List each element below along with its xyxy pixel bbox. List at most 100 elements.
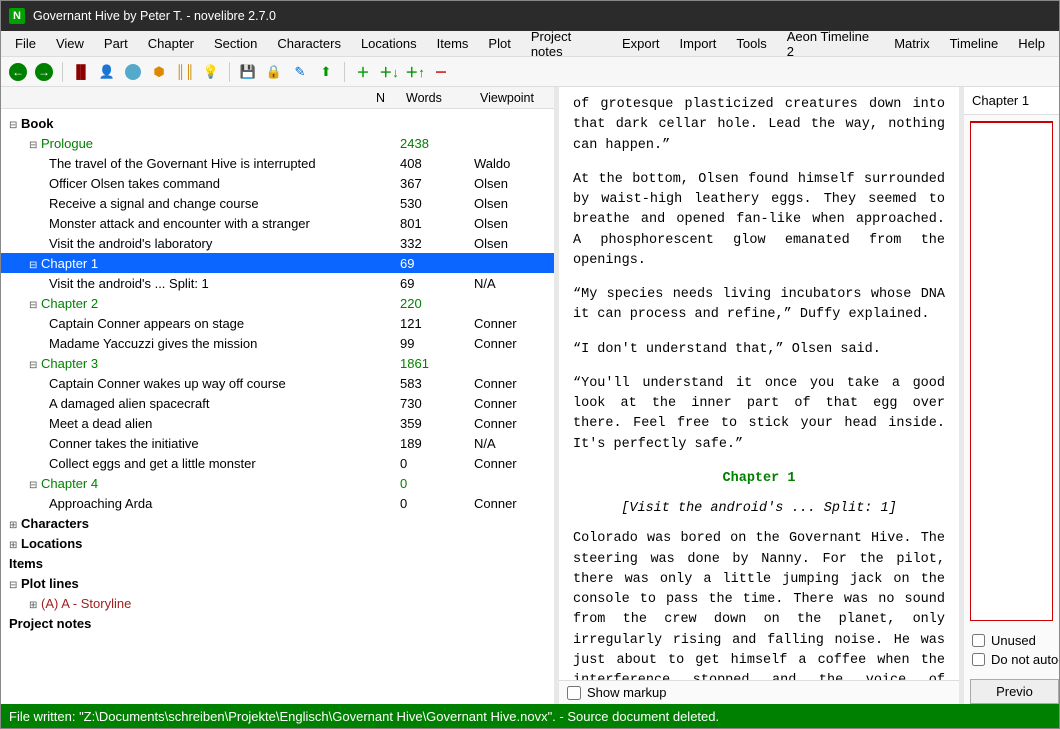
menu-export[interactable]: Export [612, 33, 670, 54]
tree-row[interactable]: The travel of the Governant Hive is inte… [1, 153, 554, 173]
tree-words: 801 [400, 216, 474, 231]
col-viewpoint[interactable]: Viewpoint [474, 89, 554, 107]
show-markup-label: Show markup [587, 685, 666, 700]
menu-section[interactable]: Section [204, 33, 267, 54]
separator [344, 62, 345, 82]
tree-body[interactable]: ⊟ Book⊟ Prologue2438 The travel of the G… [1, 109, 554, 704]
noauto-checkbox[interactable] [972, 653, 985, 666]
tree-row[interactable]: Meet a dead alien359Conner [1, 413, 554, 433]
notes-icon[interactable]: 💡 [200, 61, 222, 83]
tree-row[interactable]: Collect eggs and get a little monster0Co… [1, 453, 554, 473]
tree-row[interactable]: ⊟ Chapter 31861 [1, 353, 554, 373]
menu-locations[interactable]: Locations [351, 33, 427, 54]
world-icon[interactable] [122, 61, 144, 83]
tree-pane: N Words Viewpoint ⊟ Book⊟ Prologue2438 T… [1, 87, 559, 704]
separator [229, 62, 230, 82]
tree-label: A damaged alien spacecraft [49, 396, 209, 411]
tree-label: Plot lines [17, 576, 78, 591]
add-child-button[interactable]: ＋↓ [378, 61, 400, 83]
tree-words: 69 [400, 256, 474, 271]
menu-help[interactable]: Help [1008, 33, 1055, 54]
menu-timeline[interactable]: Timeline [940, 33, 1009, 54]
tree-label: Chapter 4 [37, 476, 98, 491]
tree-row[interactable]: ⊟ Prologue2438 [1, 133, 554, 153]
tree-row[interactable]: ⊞ Characters [1, 513, 554, 533]
tree-row[interactable]: Items [1, 553, 554, 573]
tree-words: 121 [400, 316, 474, 331]
statusbar: File written: "Z:\Documents\schreiben\Pr… [1, 704, 1059, 728]
lock-icon[interactable]: 🔒 [263, 61, 285, 83]
col-n[interactable]: N [370, 89, 400, 107]
tree-row[interactable]: ⊞ Locations [1, 533, 554, 553]
tree-row[interactable]: Project notes [1, 613, 554, 633]
noauto-label: Do not auto-n [991, 652, 1059, 667]
tree-viewpoint: N/A [474, 436, 554, 451]
tree-row[interactable]: A damaged alien spacecraft730Conner [1, 393, 554, 413]
menu-aeon-timeline-2[interactable]: Aeon Timeline 2 [777, 26, 884, 62]
properties-pane: Chapter 1 Unused Do not auto-n Previo [964, 87, 1059, 704]
export-icon[interactable]: ⬆ [315, 61, 337, 83]
tree-row[interactable]: ⊟ Chapter 40 [1, 473, 554, 493]
tree-words: 332 [400, 236, 474, 251]
item-icon[interactable]: ⬢ [148, 61, 170, 83]
menu-characters[interactable]: Characters [267, 33, 351, 54]
tree-label: Visit the android's ... Split: 1 [49, 276, 209, 291]
tree-row[interactable]: ⊞ (A) A - Storyline [1, 593, 554, 613]
tree-viewpoint: Olsen [474, 196, 554, 211]
tree-words: 0 [400, 496, 474, 511]
add-parent-button[interactable]: ＋↑ [404, 61, 426, 83]
tree-words: 220 [400, 296, 474, 311]
para: “I don't understand that,” Olsen said. [573, 340, 945, 360]
forward-button[interactable]: → [33, 61, 55, 83]
back-button[interactable]: ← [7, 61, 29, 83]
tree-viewpoint: Conner [474, 396, 554, 411]
edit-icon[interactable]: ✎ [289, 61, 311, 83]
menu-plot[interactable]: Plot [478, 33, 520, 54]
menu-items[interactable]: Items [427, 33, 479, 54]
menu-chapter[interactable]: Chapter [138, 33, 204, 54]
tree-viewpoint: Conner [474, 376, 554, 391]
tree-row[interactable]: Monster attack and encounter with a stra… [1, 213, 554, 233]
menu-part[interactable]: Part [94, 33, 138, 54]
tree-label: Captain Conner appears on stage [49, 316, 244, 331]
add-button[interactable]: ＋ [352, 61, 374, 83]
tree-row[interactable]: ⊟ Chapter 2220 [1, 293, 554, 313]
col-words[interactable]: Words [400, 89, 474, 107]
tree-row[interactable]: Officer Olsen takes command367Olsen [1, 173, 554, 193]
save-icon[interactable]: 💾 [237, 61, 259, 83]
tree-row[interactable]: ⊟ Book [1, 113, 554, 133]
tree-label: Receive a signal and change course [49, 196, 259, 211]
remove-button[interactable]: － [430, 61, 452, 83]
properties-body[interactable] [970, 121, 1053, 621]
menu-tools[interactable]: Tools [726, 33, 776, 54]
tree-row[interactable]: Conner takes the initiative189N/A [1, 433, 554, 453]
plot-icon[interactable]: ║║ [174, 61, 196, 83]
tree-label: Officer Olsen takes command [49, 176, 220, 191]
show-markup-checkbox[interactable] [567, 686, 581, 700]
menu-import[interactable]: Import [670, 33, 727, 54]
preview-button[interactable]: Previo [970, 679, 1059, 704]
tree-words: 99 [400, 336, 474, 351]
tree-viewpoint: Conner [474, 336, 554, 351]
tree-row[interactable]: Captain Conner appears on stage 121Conner [1, 313, 554, 333]
book-icon[interactable]: ▐▌ [70, 61, 92, 83]
tree-row[interactable]: Madame Yaccuzzi gives the mission99Conne… [1, 333, 554, 353]
tree-row[interactable]: Captain Conner wakes up way off course58… [1, 373, 554, 393]
menu-matrix[interactable]: Matrix [884, 33, 939, 54]
menu-file[interactable]: File [5, 33, 46, 54]
menu-view[interactable]: View [46, 33, 94, 54]
tree-label: Characters [17, 516, 89, 531]
tree-words: 69 [400, 276, 474, 291]
tree-row[interactable]: Receive a signal and change course530Ols… [1, 193, 554, 213]
tree-row[interactable]: Visit the android's laboratory332Olsen [1, 233, 554, 253]
unused-checkbox[interactable] [972, 634, 985, 647]
tree-row[interactable]: Approaching Arda0Conner [1, 493, 554, 513]
tree-row[interactable]: ⊟ Plot lines [1, 573, 554, 593]
menubar: FileViewPartChapterSectionCharactersLoca… [1, 31, 1059, 57]
show-markup-row: Show markup [559, 680, 959, 704]
characters-icon[interactable]: 👤 [96, 61, 118, 83]
tree-viewpoint: Conner [474, 316, 554, 331]
tree-row[interactable]: Visit the android's ... Split: 169N/A [1, 273, 554, 293]
menu-project-notes[interactable]: Project notes [521, 26, 612, 62]
tree-row[interactable]: ⊟ Chapter 169 [1, 253, 554, 273]
